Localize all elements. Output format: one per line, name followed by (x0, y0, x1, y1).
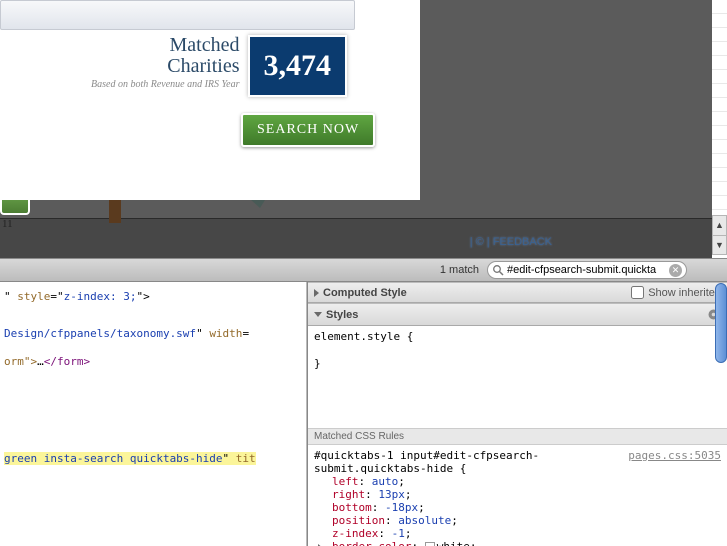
search-icon (492, 264, 504, 276)
computed-section-header[interactable]: Computed Style Show inherited (308, 282, 727, 303)
clear-icon[interactable]: ✕ (669, 264, 682, 277)
matched-label-2: Charities (91, 56, 240, 77)
search-field[interactable]: ✕ (487, 261, 687, 279)
element-style-open[interactable]: element.style { (314, 330, 721, 343)
dom-line[interactable]: " style="z-index: 3;"> (4, 288, 302, 307)
matched-box: Matched Charities Based on both Revenue … (35, 35, 355, 100)
dom-line-selected[interactable]: green insta-search quicktabs-hide" tit (4, 450, 302, 469)
search-input[interactable] (507, 264, 669, 276)
css-property[interactable]: position: absolute; (314, 514, 721, 527)
matched-count: 3,474 (248, 35, 348, 97)
styles-section-header[interactable]: Styles (308, 303, 727, 326)
dom-line[interactable]: Design/cfppanels/taxonomy.swf" width= (4, 325, 302, 344)
matched-rules-body[interactable]: pages.css:5035 #quicktabs-1 input#edit-c… (308, 445, 727, 546)
page-vscroll[interactable]: ▲ ▼ (712, 215, 727, 255)
css-property[interactable]: z-index: -1; (314, 527, 721, 540)
matched-rules-header: Matched CSS Rules (308, 428, 727, 445)
css-property[interactable]: left: auto; (314, 475, 721, 488)
inspector: " style="z-index: 3;"> Design/cfppanels/… (0, 282, 727, 546)
css-property[interactable]: border-color: white; (314, 540, 721, 546)
styles-panel: Computed Style Show inherited Styles ele… (307, 282, 727, 546)
show-inherited-checkbox[interactable] (631, 286, 644, 299)
source-link[interactable]: pages.css:5035 (628, 449, 721, 462)
scroll-up-icon[interactable]: ▲ (713, 216, 726, 236)
find-bar: 1 match ✕ (0, 258, 727, 282)
matched-label-1: Matched (91, 35, 240, 56)
styles-scrollbar[interactable] (715, 283, 727, 363)
footer-links[interactable]: | © | FEEDBACK (470, 236, 552, 248)
color-swatch[interactable] (425, 542, 435, 546)
panel-strip (0, 0, 355, 30)
match-count: 1 match (440, 264, 479, 276)
css-property[interactable]: bottom: -18px; (314, 501, 721, 514)
year-text: 11 (2, 218, 13, 230)
search-now-button[interactable]: SEARCH NOW (241, 113, 375, 147)
search-panel: Matched Charities Based on both Revenue … (0, 0, 420, 200)
computed-label: Computed Style (323, 287, 407, 299)
matched-sub: Based on both Revenue and IRS Year (91, 79, 240, 90)
show-inherited-label: Show inherited (648, 287, 721, 299)
page-preview: | © | FEEDBACK 11 Matched Charities Base… (0, 0, 712, 258)
chevron-down-icon (314, 312, 322, 317)
css-property[interactable]: right: 13px; (314, 488, 721, 501)
scroll-down-icon[interactable]: ▼ (713, 236, 726, 255)
styles-label: Styles (326, 309, 358, 321)
element-style-close: } (314, 357, 721, 370)
elements-panel[interactable]: " style="z-index: 3;"> Design/cfppanels/… (0, 282, 307, 546)
chevron-right-icon (314, 289, 319, 297)
dom-line[interactable]: orm">…</form> (4, 353, 302, 372)
rules-body[interactable]: element.style { } (308, 326, 727, 428)
